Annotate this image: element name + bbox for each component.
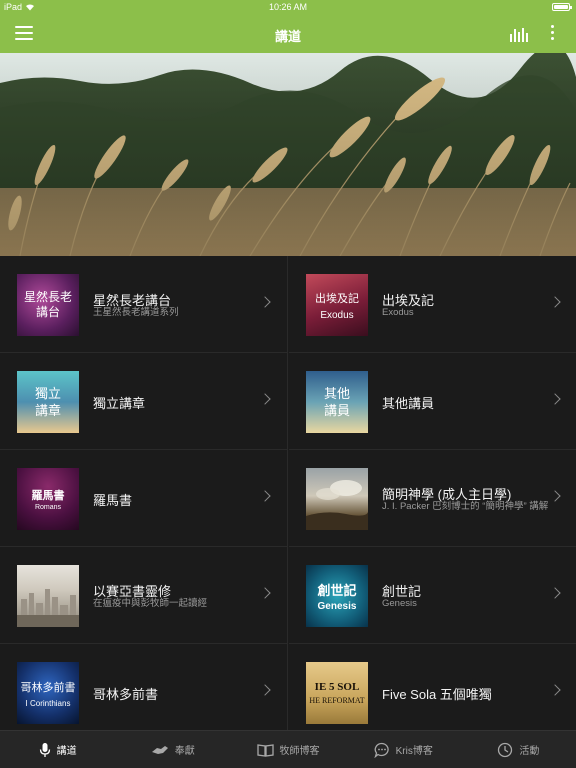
status-time: 10:26 AM — [268, 2, 308, 12]
series-title: 獨立講章 — [93, 396, 146, 411]
thumbnail-subtext: I Corinthians — [25, 698, 71, 708]
tab-events[interactable]: 活動 — [461, 731, 576, 768]
thumbnail-text: 星然長老 講台 — [23, 290, 72, 319]
tab-sermons[interactable]: 講道 — [0, 731, 115, 768]
tab-label: 牧師博客 — [279, 746, 320, 757]
tab-label: 奉獻 — [174, 746, 195, 757]
series-title: Five Sola 五個唯獨 — [382, 687, 492, 702]
thumbnail-text: IE 5 SOL — [314, 681, 360, 693]
tab-label: 活動 — [519, 746, 540, 757]
thumbnail-text: 哥林多前書 — [20, 681, 76, 694]
series-title: 羅馬書 — [93, 493, 133, 508]
series-item[interactable]: 簡明神學 (成人主日學) J. I. Packer 巴刻博士的 “簡明神學” 講… — [289, 450, 576, 547]
thumbnail-text: 其他 講員 — [323, 386, 350, 418]
chevron-right-icon — [259, 587, 271, 599]
series-item[interactable]: 其他 講員 其他講員 — [289, 353, 576, 450]
series-item[interactable]: 哥林多前書 I Corinthians 哥林多前書 — [0, 644, 288, 730]
thumbnail-text: 出埃及記 — [315, 292, 359, 305]
equalizer-icon[interactable] — [510, 26, 530, 42]
series-thumbnail — [17, 565, 79, 627]
page-title: 講道 — [274, 29, 301, 44]
tab-label: Kris博客 — [395, 746, 433, 757]
city-skyline-image — [17, 589, 79, 627]
more-options-icon[interactable] — [548, 25, 556, 43]
thumbnail-subtext: Genesis — [317, 601, 357, 612]
series-subtitle: Exodus — [382, 307, 414, 318]
series-subtitle: Genesis — [382, 598, 417, 609]
series-item[interactable]: 出埃及記 Exodus 出埃及記 Exodus — [289, 256, 576, 353]
thumbnail-text: 羅馬書 — [31, 490, 65, 502]
bottom-tab-bar: 講道 奉獻 牧師博客 Kris博客 活動 — [0, 730, 576, 768]
series-thumbnail: 出埃及記 Exodus — [306, 274, 368, 336]
series-subtitle: 王星然長老講道系列 — [93, 307, 179, 318]
series-thumbnail: 其他 講員 — [306, 371, 368, 433]
tab-pastor-blog[interactable]: 牧師博客 — [230, 731, 345, 768]
series-title: 哥林多前書 — [93, 687, 159, 702]
series-subtitle: J. I. Packer 巴刻博士的 “簡明神學” 講解 — [382, 501, 549, 512]
tab-offering[interactable]: 奉獻 — [115, 731, 230, 768]
series-item[interactable]: IE 5 SOL HE REFORMAT Five Sola 五個唯獨 — [289, 644, 576, 730]
series-thumbnail: IE 5 SOL HE REFORMAT — [306, 662, 368, 724]
tab-label: 講道 — [56, 746, 77, 757]
top-bar: iPad 10:26 AM 講道 — [0, 0, 576, 53]
microphone-icon — [39, 742, 50, 757]
series-thumbnail: 獨立 講章 — [17, 371, 79, 433]
chevron-right-icon — [259, 296, 271, 308]
sermon-series-grid: 星然長老 講台 星然長老講台 王星然長老講道系列 出埃及記 Exodus 出埃及… — [0, 256, 576, 730]
chat-icon — [373, 742, 389, 758]
series-item[interactable]: 以賽亞書靈修 在瘟疫中與彭牧師一起讀經 — [0, 547, 288, 644]
series-thumbnail: 羅馬書 Romans — [17, 468, 79, 530]
chevron-right-icon — [259, 684, 271, 696]
hero-image — [0, 53, 576, 256]
thumbnail-text: 獨立 講章 — [34, 386, 61, 418]
chevron-right-icon — [549, 587, 561, 599]
chevron-right-icon — [549, 393, 561, 405]
chevron-right-icon — [549, 490, 561, 502]
thumbnail-subtext: HE REFORMAT — [309, 696, 365, 705]
series-item[interactable]: 羅馬書 Romans 羅馬書 — [0, 450, 288, 547]
series-item[interactable]: 創世記 Genesis 創世記 Genesis — [289, 547, 576, 644]
status-bar: iPad 10:26 AM — [0, 0, 576, 16]
screen: iPad 10:26 AM 講道 星然長老 講台 星然長老講台 王星然長老講道系… — [0, 0, 576, 768]
tab-kris-blog[interactable]: Kris博客 — [346, 731, 461, 768]
clouds-image — [306, 480, 368, 530]
thumbnail-subtext: Romans — [34, 504, 62, 511]
series-item[interactable]: 星然長老 講台 星然長老講台 王星然長老講道系列 — [0, 256, 288, 353]
thumbnail-subtext: Exodus — [320, 309, 354, 321]
series-title: 其他講員 — [382, 396, 435, 411]
chevron-right-icon — [259, 490, 271, 502]
chevron-right-icon — [259, 393, 271, 405]
series-thumbnail: 創世記 Genesis — [306, 565, 368, 627]
book-icon — [256, 743, 274, 757]
handshake-icon — [151, 745, 168, 754]
series-subtitle: 在瘟疫中與彭牧師一起讀經 — [93, 598, 208, 609]
series-thumbnail: 星然長老 講台 — [17, 274, 79, 336]
chevron-right-icon — [549, 296, 561, 308]
series-thumbnail: 哥林多前書 I Corinthians — [17, 662, 79, 724]
series-item[interactable]: 獨立 講章 獨立講章 — [0, 353, 288, 450]
series-thumbnail — [306, 468, 368, 530]
chevron-right-icon — [549, 684, 561, 696]
thumbnail-text: 創世記 — [317, 583, 357, 598]
hero-banner-wheat-field — [0, 53, 576, 256]
clock-icon — [498, 742, 513, 757]
battery-icon — [552, 3, 572, 11]
